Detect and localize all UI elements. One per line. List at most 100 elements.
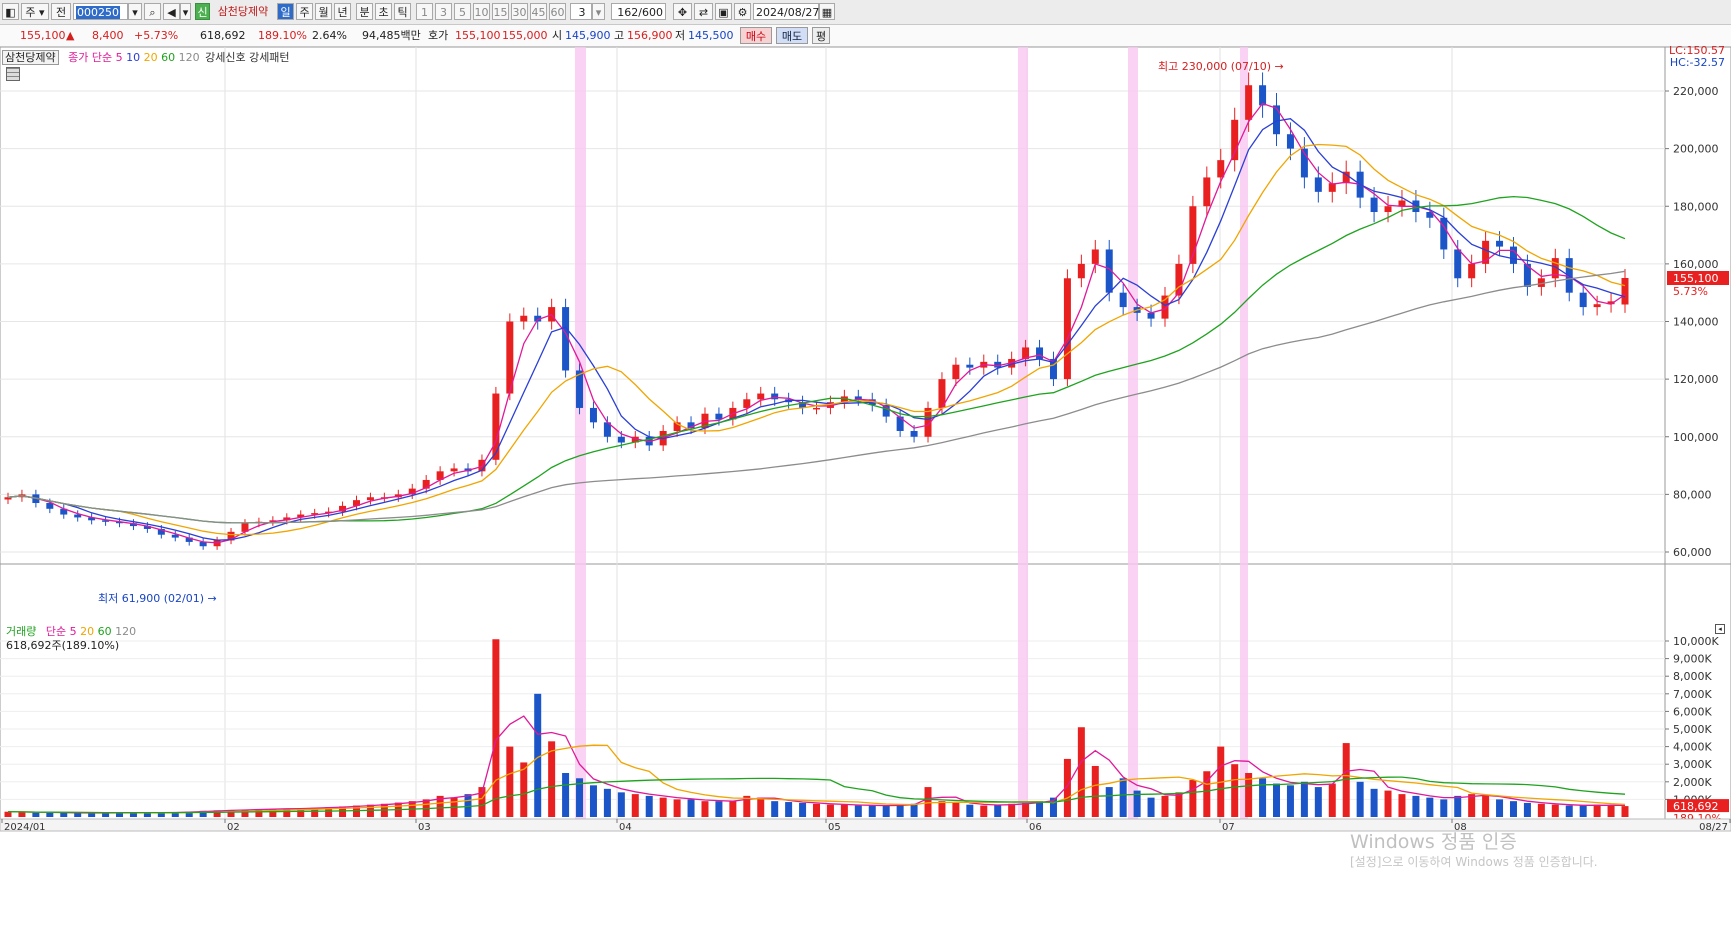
candle-body bbox=[813, 407, 820, 410]
speaker-dropdown-button[interactable]: ▾ bbox=[180, 3, 191, 20]
price-panel-title[interactable]: 삼천당제약 bbox=[2, 50, 59, 65]
minute-5-button[interactable]: 5 bbox=[454, 3, 471, 20]
period-second-button[interactable]: 초 bbox=[375, 3, 392, 20]
candle-body bbox=[1496, 240, 1504, 247]
save-icon[interactable]: ▣ bbox=[715, 3, 732, 20]
compare-icon[interactable]: ⇄ bbox=[694, 3, 713, 20]
period-minute-button[interactable]: 분 bbox=[356, 3, 373, 20]
minute-45-button[interactable]: 45 bbox=[530, 3, 547, 20]
toolbar-layout-icon[interactable]: ◧ bbox=[2, 3, 19, 20]
code-dropdown-button[interactable]: ▾ bbox=[128, 3, 142, 20]
calendar-icon[interactable]: ▦ bbox=[819, 3, 835, 20]
volume-current-label: 618,692주(189.10%) bbox=[6, 639, 120, 652]
period-month-button[interactable]: 월 bbox=[315, 3, 332, 20]
volume-bar bbox=[799, 802, 807, 817]
candle-body bbox=[1468, 263, 1476, 279]
candle-body bbox=[1119, 292, 1127, 308]
data-table-icon[interactable] bbox=[6, 67, 20, 81]
minute-10-button[interactable]: 10 bbox=[473, 3, 490, 20]
unit-input[interactable]: 3 bbox=[570, 3, 592, 20]
speaker-icon[interactable]: ◀ bbox=[163, 3, 180, 20]
volume-bar bbox=[910, 803, 918, 817]
sell-button[interactable]: 매도 bbox=[776, 27, 808, 44]
candle-body bbox=[1203, 177, 1211, 207]
type-select-label: 주 bbox=[25, 6, 36, 19]
volume-bar bbox=[1119, 778, 1127, 817]
signal-band bbox=[1018, 47, 1028, 819]
settings-icon[interactable]: ⚙ bbox=[734, 3, 751, 20]
volume-bar bbox=[966, 804, 974, 817]
volume-bar bbox=[840, 804, 848, 817]
ma-5-label: 5 bbox=[115, 51, 123, 64]
candle-body bbox=[1440, 217, 1448, 250]
minute-30-button[interactable]: 30 bbox=[511, 3, 528, 20]
volume-bar bbox=[1537, 803, 1545, 817]
ma-label: 종가 단순 bbox=[68, 51, 113, 64]
price-tick-label: 60,000 bbox=[1673, 546, 1712, 559]
volume-bar bbox=[1008, 803, 1016, 817]
x-tick-label: 04 bbox=[619, 822, 632, 833]
volume-bar bbox=[854, 805, 862, 817]
period-year-button[interactable]: 년 bbox=[334, 3, 351, 20]
ma-60-label: 60 bbox=[161, 51, 176, 64]
ma-10-label: 10 bbox=[126, 51, 141, 64]
x-tick-label: 07 bbox=[1222, 822, 1235, 833]
unit-dropdown-button[interactable]: ▾ bbox=[592, 3, 605, 20]
crosshair-icon[interactable]: ✥ bbox=[673, 3, 692, 20]
volume-bar bbox=[1300, 781, 1308, 817]
date-input[interactable]: 2024/08/27 bbox=[753, 3, 819, 20]
candle-body bbox=[1384, 206, 1392, 213]
volume-ratio: 189.10% bbox=[258, 29, 307, 42]
volume-bar bbox=[1161, 795, 1169, 817]
buy-button[interactable]: 매수 bbox=[740, 27, 772, 44]
volume-bar bbox=[868, 805, 876, 817]
price-tick-label: 120,000 bbox=[1673, 373, 1719, 386]
volume-bar bbox=[785, 802, 793, 817]
volume-bar bbox=[1189, 780, 1197, 817]
volume-bar bbox=[1607, 805, 1615, 817]
chart-canvas[interactable]: 220,000 200,000 180,000 160,000 140,000 120,0… bbox=[0, 46, 1731, 927]
period-tick-button[interactable]: 틱 bbox=[394, 3, 411, 20]
price-tick-label: 160,000 bbox=[1673, 258, 1719, 271]
candle-body bbox=[1454, 249, 1462, 279]
volume-bar bbox=[1426, 797, 1434, 817]
volume-bar bbox=[1551, 804, 1559, 817]
period-week-button[interactable]: 주 bbox=[296, 3, 313, 20]
windows-watermark: Windows 정품 인증 bbox=[1350, 831, 1517, 853]
eval-button[interactable]: 평 bbox=[812, 27, 830, 44]
count-total: /600 bbox=[638, 6, 663, 19]
volume-bar bbox=[1091, 765, 1099, 817]
search-icon[interactable]: ⌕ bbox=[144, 3, 161, 20]
volume-tick-label: 4,000K bbox=[1673, 741, 1712, 754]
stock-code-input[interactable]: 000250 bbox=[73, 3, 128, 20]
minute-15-button[interactable]: 15 bbox=[492, 3, 509, 20]
period-day-button[interactable]: 일 bbox=[277, 3, 294, 20]
volume-bar bbox=[88, 813, 96, 817]
volume-panel-toggle-icon[interactable]: ◂ bbox=[1715, 624, 1725, 634]
candle-body bbox=[74, 514, 82, 518]
open-price: 145,900 bbox=[565, 29, 611, 42]
view-select[interactable]: 전 bbox=[51, 3, 71, 20]
type-select[interactable]: 주 ▾ bbox=[21, 3, 49, 20]
volume-bar bbox=[1105, 787, 1113, 817]
candle-body bbox=[1077, 263, 1085, 279]
last-pct-tag-label: 5.73% bbox=[1673, 285, 1708, 298]
chart-area[interactable]: 220,000 200,000 180,000 160,000 140,000 120,0… bbox=[0, 44, 1731, 927]
minute-60-button[interactable]: 60 bbox=[549, 3, 566, 20]
high-price: 156,900 bbox=[627, 29, 673, 42]
volume-bar bbox=[1077, 727, 1085, 817]
volume-tick-label: 10,000K bbox=[1673, 635, 1719, 648]
minute-3-button[interactable]: 3 bbox=[435, 3, 452, 20]
volume-bar bbox=[1412, 795, 1420, 817]
volume-bar bbox=[589, 785, 597, 817]
minute-1-button[interactable]: 1 bbox=[416, 3, 433, 20]
volume-bar bbox=[882, 805, 890, 817]
volume-tick-label: 2,000K bbox=[1673, 776, 1712, 789]
toolbar: ◧ 주 ▾ 전 000250 ▾ ⌕ ◀ ▾ 신 삼천당제약 일 주 월 년 분… bbox=[0, 0, 1731, 25]
volume-bar bbox=[1273, 783, 1281, 817]
volume-bar bbox=[1440, 799, 1448, 817]
candle-body bbox=[952, 364, 960, 380]
turnover-value: 2.64% bbox=[312, 29, 347, 42]
volume-value: 618,692 bbox=[200, 29, 246, 42]
count-input[interactable]: 162/600 bbox=[611, 3, 666, 20]
